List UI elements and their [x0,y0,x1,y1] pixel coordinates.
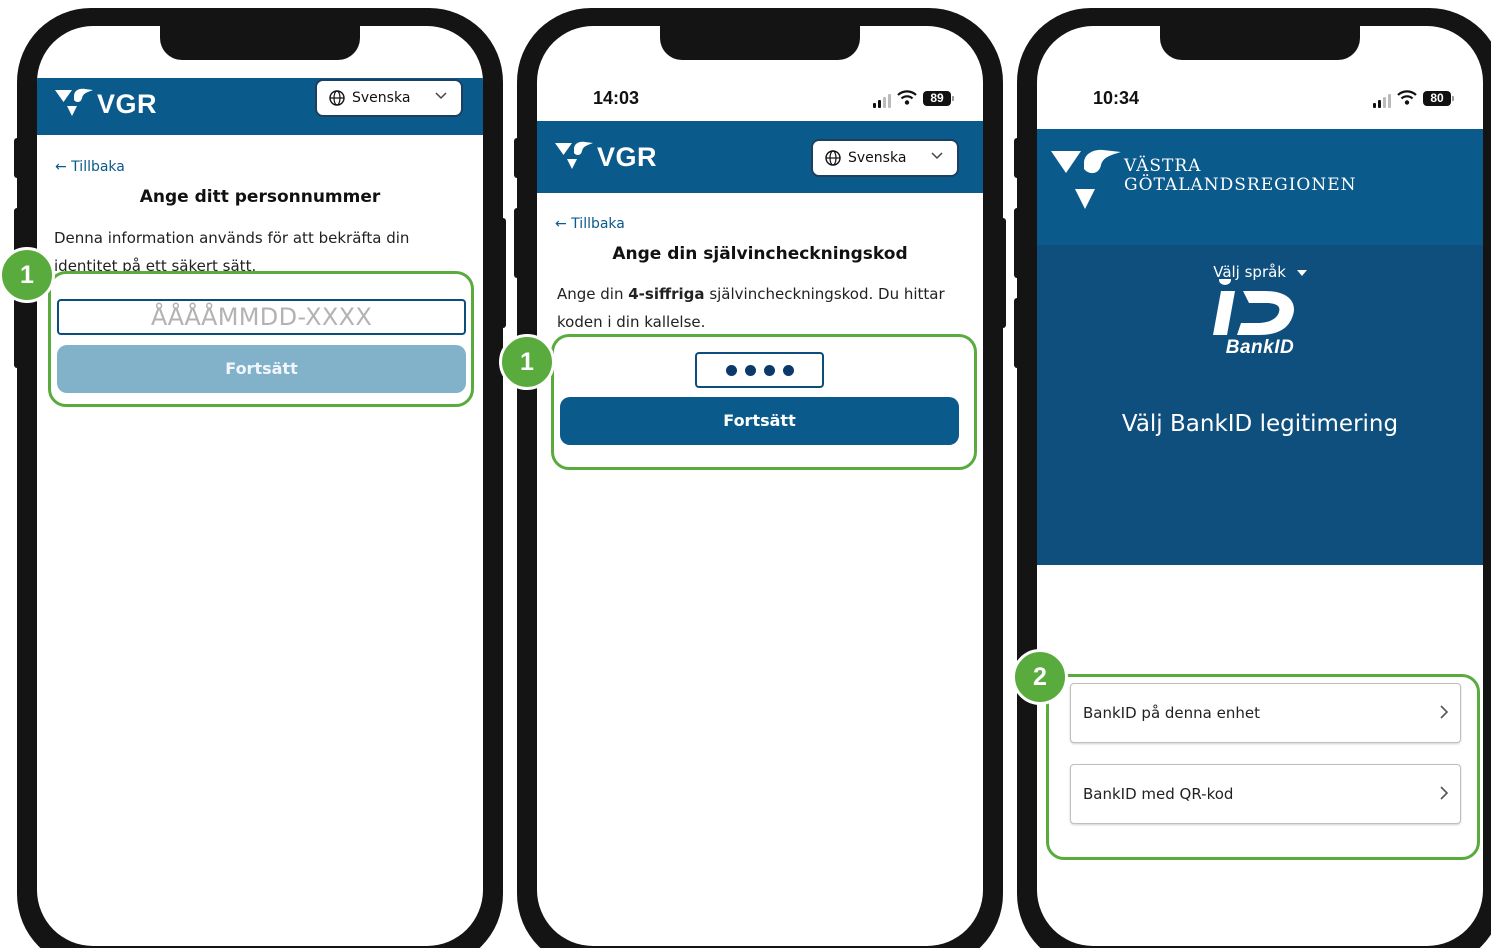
bankid-qr-option[interactable]: BankID med QR-kod [1070,764,1461,824]
status-time: 14:03 [593,88,640,108]
step-marker-1b: 1 [499,334,555,390]
description-emphasis: 4-siffriga [628,285,705,303]
caret-down-icon [1296,269,1307,276]
notch [660,26,860,60]
page-title: Ange ditt personnummer [139,187,381,207]
vgr-logo: VGR [555,141,657,173]
notch [160,26,360,60]
signal-icon [873,94,891,108]
checkin-code-input[interactable] [695,352,824,388]
wifi-icon [1397,90,1417,109]
step-marker-1: 1 [0,247,55,303]
region-name: VÄSTRA GÖTALANDSREGIONEN [1124,156,1357,195]
step-marker-2: 2 [1012,649,1068,705]
globe-icon [825,150,841,166]
battery-icon: 80 [1423,91,1454,106]
vgr-header: VGR Svenska [37,78,483,135]
bankid-logo-text: BankID [1225,337,1295,358]
vgr-mark-icon [555,141,593,169]
language-label: Svenska [352,90,411,106]
language-label: Svenska [848,150,907,166]
bankid-same-device-option[interactable]: BankID på denna enhet [1070,683,1461,743]
phone-frame-2: 14:03 89 VGR Svenska ← Tillbaka Ange din… [514,8,1006,948]
chevron-down-icon [435,92,447,100]
wifi-icon [897,90,917,109]
continue-button[interactable]: Fortsätt [560,397,959,445]
personnummer-input[interactable]: ÅÅÅÅMMDD-XXXX [57,299,466,335]
back-link[interactable]: ← Tillbaka [555,216,625,232]
vgr-mark-icon [1051,149,1121,209]
bankid-panel: Välj språk BankID Välj BankID legitimeri… [1037,245,1483,565]
vgr-header: VGR Svenska [537,121,983,193]
page-title: Välj BankID legitimering [1121,411,1399,437]
vgr-mark-icon [55,88,93,116]
chevron-right-icon [1440,786,1448,800]
globe-icon [329,90,345,106]
vgr-logo: VGR [55,88,157,120]
option-label: BankID med QR-kod [1083,785,1234,803]
back-link[interactable]: ← Tillbaka [55,159,125,175]
language-select[interactable]: Svenska [315,79,463,117]
bankid-logo-icon [1213,279,1294,335]
status-bar: 14:03 89 [537,86,983,116]
status-bar: 10:34 80 [1037,86,1483,116]
notch [1160,26,1360,60]
chevron-right-icon [1440,705,1448,719]
continue-button-disabled[interactable]: Fortsätt [57,345,466,393]
vgr-logo-text: VGR [97,88,158,119]
language-select[interactable]: Svenska [811,139,959,177]
chevron-down-icon [931,152,943,160]
phone-screen-1: VGR Svenska ← Tillbaka Ange ditt personn… [37,26,483,946]
battery-icon: 89 [923,91,954,106]
phone-frame-1: VGR Svenska ← Tillbaka Ange ditt personn… [14,8,506,948]
vgr-logo-text: VGR [597,141,658,172]
page-title: Ange din självincheckningskod [612,244,908,264]
page-description: Ange din 4-siffriga självincheckningskod… [557,285,945,331]
status-time: 10:34 [1093,88,1140,108]
option-label: BankID på denna enhet [1083,704,1260,722]
signal-icon [1373,94,1391,108]
vgr-region-header: VÄSTRA GÖTALANDSREGIONEN [1037,129,1483,245]
phone-screen-2: 14:03 89 VGR Svenska ← Tillbaka Ange din… [537,26,983,946]
